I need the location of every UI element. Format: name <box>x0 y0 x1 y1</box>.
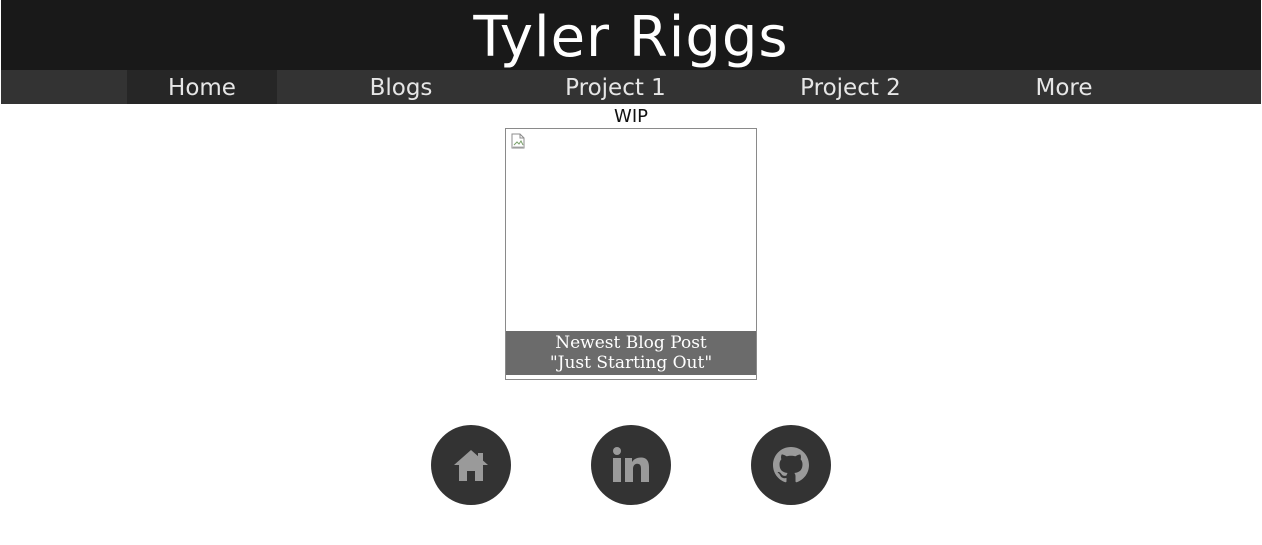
card-caption: Newest Blog Post "Just Starting Out" <box>506 331 756 375</box>
status-label: WIP <box>614 106 648 127</box>
nav-item-project-1[interactable]: Project 1 <box>528 70 703 104</box>
linkedin-icon <box>613 447 649 482</box>
caption-line-2: "Just Starting Out" <box>549 353 713 373</box>
broken-image-icon <box>511 133 525 149</box>
home-link-button[interactable] <box>431 425 511 505</box>
site-title: Tyler Riggs <box>473 5 789 70</box>
featured-blog-card[interactable]: Newest Blog Post "Just Starting Out" <box>505 128 757 380</box>
nav-item-more[interactable]: More <box>989 70 1139 104</box>
github-icon <box>773 447 809 483</box>
page: Tyler Riggs Home Blogs Project 1 Project… <box>0 0 1262 545</box>
site-header: Tyler Riggs <box>1 0 1261 70</box>
linkedin-link-button[interactable] <box>591 425 671 505</box>
github-link-button[interactable] <box>751 425 831 505</box>
caption-line-1: Newest Blog Post <box>555 333 707 353</box>
main-nav: Home Blogs Project 1 Project 2 More <box>1 70 1261 104</box>
nav-item-blogs[interactable]: Blogs <box>326 70 476 104</box>
nav-item-project-2[interactable]: Project 2 <box>763 70 938 104</box>
nav-item-home[interactable]: Home <box>127 70 277 104</box>
home-icon <box>454 450 488 481</box>
